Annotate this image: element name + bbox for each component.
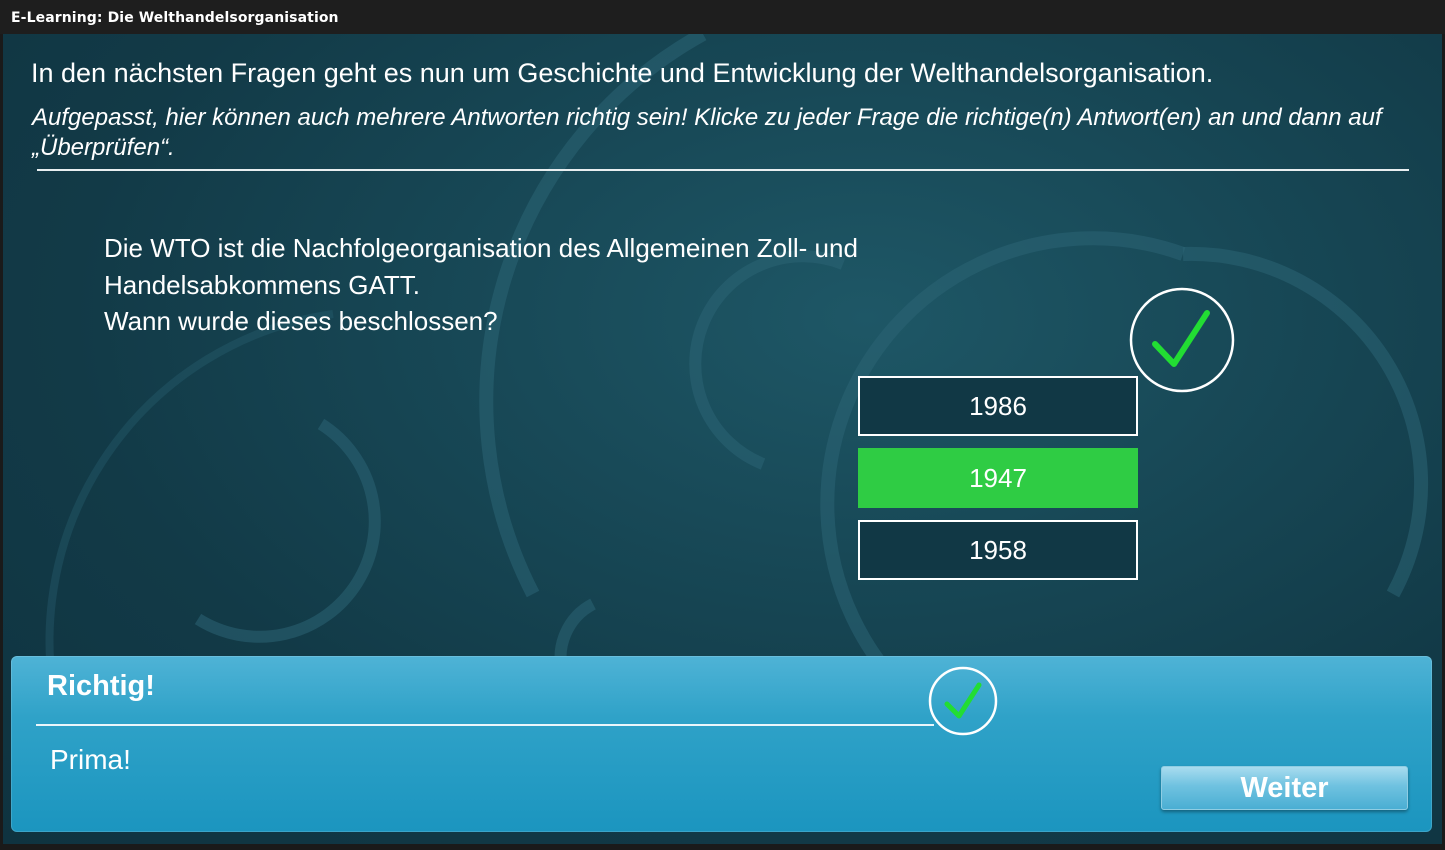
checkmark-circle-icon [928,666,998,736]
question-line: Die WTO ist die Nachfolgeorganisation de… [104,233,858,263]
feedback-message: Prima! [50,744,131,775]
answer-option-1958[interactable]: 1958 [858,520,1138,580]
intro-title: In den nächsten Fragen geht es nun um Ge… [31,58,1214,88]
intro-instruction: Aufgepasst, hier können auch mehrere Ant… [32,104,1382,161]
answer-option-1947[interactable]: 1947 [858,448,1138,508]
continue-button[interactable]: Weiter [1161,766,1408,810]
app-window: E-Learning: Die Welthandelsorganisation … [0,0,1445,850]
question-line: Handelsabkommens GATT. [104,269,420,300]
checkmark-circle-icon [1129,287,1235,393]
answer-option-1986[interactable]: 1986 [858,376,1138,436]
feedback-panel: Richtig! Prima! Weiter [11,656,1432,832]
question-text: Die WTO ist die Nachfolgeorganisation de… [104,230,984,340]
slide-stage: In den nächsten Fragen geht es nun um Ge… [3,34,1442,844]
feedback-divider [36,724,934,726]
question-line: Wann wurde dieses beschlossen? [104,306,498,336]
window-title: E-Learning: Die Welthandelsorganisation [0,0,1445,34]
intro-divider [37,169,1409,171]
feedback-title: Richtig! [47,670,155,702]
